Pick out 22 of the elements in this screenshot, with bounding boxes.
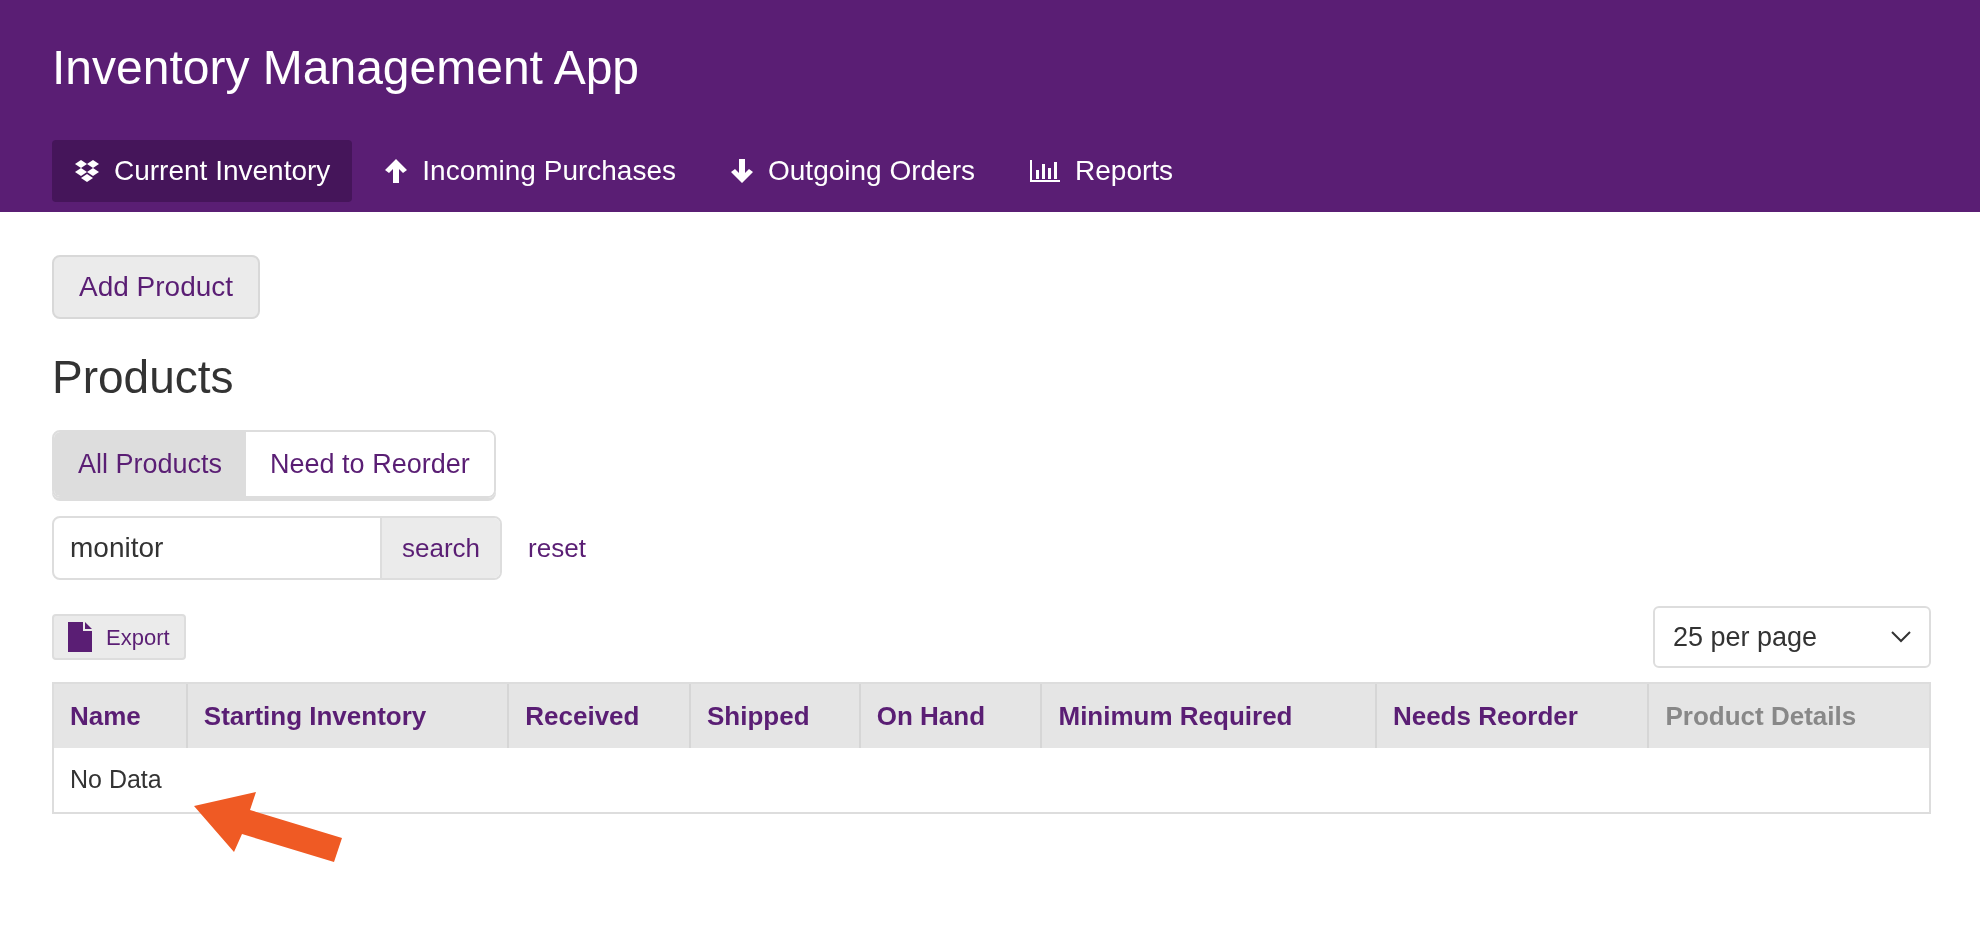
nav-tab[interactable]: Outgoing Orders <box>708 140 997 202</box>
bar-chart-icon <box>1029 159 1061 183</box>
section-heading: Products <box>52 350 235 405</box>
search-field[interactable]: monitor search <box>52 516 503 580</box>
arrow-up-icon <box>384 158 409 184</box>
search-button[interactable]: search <box>380 518 501 578</box>
box-stack-icon <box>74 159 100 183</box>
empty-table-message: No Data <box>70 764 162 796</box>
nav-tab[interactable]: Reports <box>1007 140 1196 202</box>
chevron-down-icon <box>1891 631 1911 643</box>
nav-tab[interactable]: Current Inventory <box>52 140 353 202</box>
column-header: Product Details <box>1664 699 1858 733</box>
nav-tab[interactable]: Incoming Purchases <box>362 140 698 202</box>
filter-tab[interactable]: All Products <box>54 432 247 496</box>
export-button[interactable]: Export <box>52 614 186 660</box>
search-input[interactable]: monitor <box>54 518 380 578</box>
reset-link[interactable]: reset <box>528 528 586 568</box>
document-icon <box>68 622 92 652</box>
app-title: Inventory Management App <box>52 40 641 96</box>
add-product-button[interactable]: Add Product <box>52 255 261 319</box>
page-size-select[interactable]: 25 per page <box>1653 606 1931 668</box>
arrow-down-icon <box>730 158 754 184</box>
